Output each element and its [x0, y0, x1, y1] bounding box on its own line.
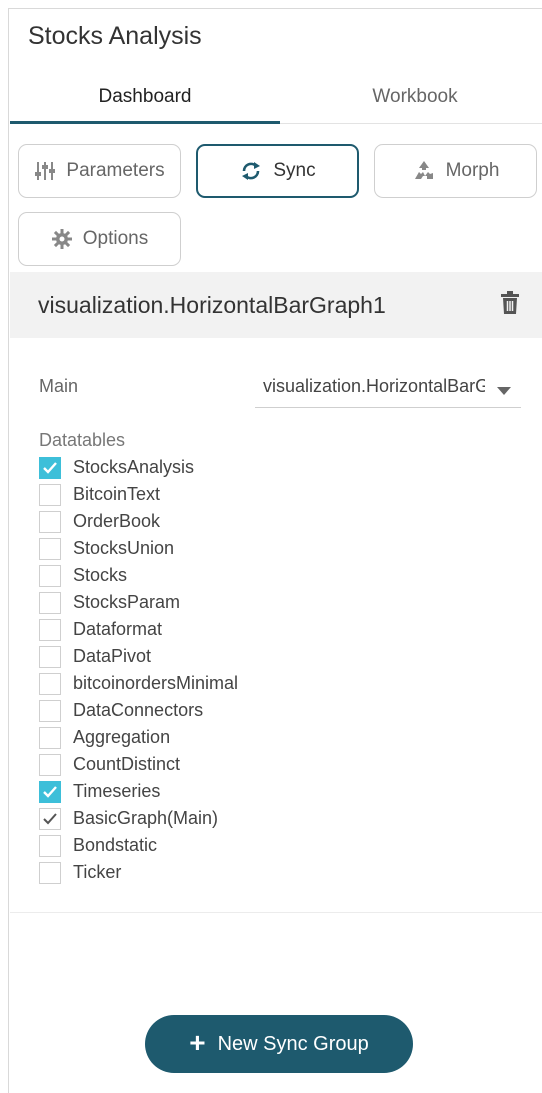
datatable-label: OrderBook: [73, 511, 161, 531]
sync-group-title: visualization.HorizontalBarGraph1: [38, 292, 386, 318]
datatables-list: StocksAnalysis BitcoinText OrderBook Stocks…: [39, 454, 519, 886]
datatable-checkbox-row[interactable]: Bondstatic: [39, 832, 519, 859]
morph-button[interactable]: Morph: [374, 144, 537, 198]
datatable-checkbox-row[interactable]: OrderBook: [39, 508, 519, 535]
datatable-label: DataPivot: [73, 646, 152, 666]
tab-dashboard[interactable]: Dashboard: [10, 70, 280, 124]
check-icon: [43, 785, 57, 798]
datatable-checkbox-row[interactable]: Aggregation: [39, 724, 519, 751]
sync-icon: [239, 159, 263, 183]
datatable-label: StocksUnion: [73, 538, 175, 558]
divider: [10, 912, 542, 913]
datatable-label: bitcoinordersMinimal: [73, 673, 239, 693]
datatable-checkbox-row[interactable]: StocksParam: [39, 589, 519, 616]
gear-icon: [51, 228, 73, 250]
datatable-label: Timeseries: [73, 781, 161, 801]
datatable-checkbox-row[interactable]: bitcoinordersMinimal: [39, 670, 519, 697]
main-select-value: visualization.HorizontalBarGraph1: [263, 376, 485, 396]
main-select[interactable]: visualization.HorizontalBarGraph1: [255, 364, 521, 408]
checkbox[interactable]: [39, 537, 61, 560]
sync-button[interactable]: Sync: [196, 144, 359, 198]
sync-label: Sync: [273, 160, 316, 181]
check-icon: [43, 461, 57, 474]
datatable-label: Dataformat: [73, 619, 163, 639]
parameters-label: Parameters: [66, 160, 165, 181]
checkbox[interactable]: [39, 834, 61, 857]
datatable-label: StocksParam: [73, 592, 181, 612]
options-label: Options: [82, 228, 149, 249]
checkbox[interactable]: [39, 618, 61, 641]
panel-title: Stocks Analysis: [28, 22, 202, 50]
datatable-label: Stocks: [73, 565, 128, 585]
datatable-checkbox-row[interactable]: StocksAnalysis: [39, 454, 519, 481]
checkbox[interactable]: [39, 591, 61, 614]
tab-active-indicator: [10, 121, 280, 124]
checkbox[interactable]: [39, 564, 61, 587]
options-button[interactable]: Options: [18, 212, 181, 266]
datatable-label: Bondstatic: [73, 835, 158, 855]
datatable-checkbox-row[interactable]: StocksUnion: [39, 535, 519, 562]
datatables-label: Datatables: [39, 430, 126, 450]
plus-icon: +: [189, 1027, 206, 1058]
datatable-checkbox-row[interactable]: BasicGraph(Main): [39, 805, 519, 832]
left-border: [8, 8, 9, 1093]
sliders-icon: [34, 160, 56, 182]
sync-group-header: visualization.HorizontalBarGraph1: [10, 272, 542, 338]
datatable-checkbox-row[interactable]: CountDistinct: [39, 751, 519, 778]
morph-label: Morph: [445, 160, 500, 181]
datatable-label: DataConnectors: [73, 700, 204, 720]
checkbox[interactable]: [39, 699, 61, 722]
parameters-button[interactable]: Parameters: [18, 144, 181, 198]
checkbox[interactable]: [39, 510, 61, 533]
datatable-label: Ticker: [73, 862, 122, 882]
new-sync-group-button[interactable]: + New Sync Group: [145, 1015, 413, 1073]
checkbox[interactable]: [39, 456, 61, 479]
tab-workbook[interactable]: Workbook: [280, 70, 542, 124]
datatable-checkbox-row[interactable]: Dataformat: [39, 616, 519, 643]
tab-bar: Dashboard Workbook: [10, 70, 542, 124]
datatable-label: CountDistinct: [73, 754, 181, 774]
top-border: [8, 8, 542, 9]
datatable-checkbox-row[interactable]: BitcoinText: [39, 481, 519, 508]
checkbox[interactable]: [39, 861, 61, 884]
check-icon: [43, 812, 57, 824]
trash-icon[interactable]: [500, 291, 520, 320]
datatable-checkbox-row[interactable]: Timeseries: [39, 778, 519, 805]
new-sync-group-label: New Sync Group: [217, 1032, 369, 1055]
checkbox[interactable]: [39, 780, 61, 803]
datatable-checkbox-row[interactable]: Stocks: [39, 562, 519, 589]
checkbox[interactable]: [39, 807, 61, 830]
datatable-label: BasicGraph(Main): [73, 808, 219, 828]
datatable-checkbox-row[interactable]: Ticker: [39, 859, 519, 886]
main-label: Main: [39, 376, 79, 396]
checkbox[interactable]: [39, 483, 61, 506]
datatable-label: StocksAnalysis: [73, 457, 195, 477]
sync-panel: Stocks Analysis Dashboard Workbook Param…: [0, 0, 542, 1093]
checkbox[interactable]: [39, 645, 61, 668]
checkbox[interactable]: [39, 672, 61, 695]
recycle-icon: [412, 159, 436, 183]
datatable-label: BitcoinText: [73, 484, 161, 504]
datatable-checkbox-row[interactable]: DataConnectors: [39, 697, 519, 724]
chevron-down-icon: [497, 382, 511, 400]
checkbox[interactable]: [39, 726, 61, 749]
datatable-label: Aggregation: [73, 727, 171, 747]
datatable-checkbox-row[interactable]: DataPivot: [39, 643, 519, 670]
checkbox[interactable]: [39, 753, 61, 776]
